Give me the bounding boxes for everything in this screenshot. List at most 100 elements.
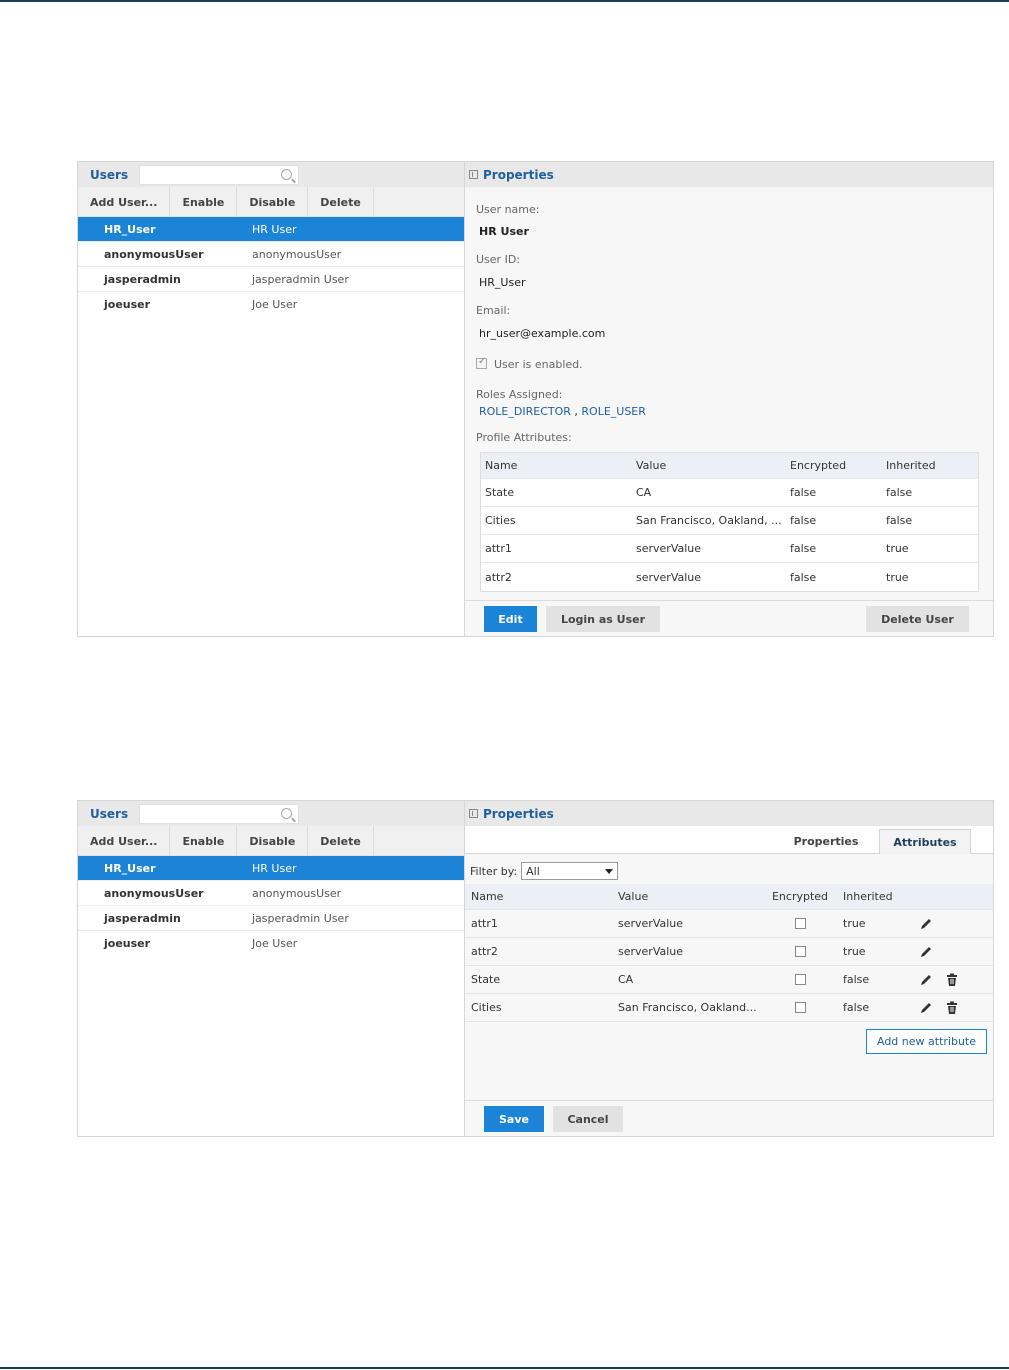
attributes-table: Name Value Encrypted Inherited attr1 ser… — [465, 884, 993, 1022]
user-name: Joe User — [252, 298, 298, 311]
row-actions — [919, 973, 989, 987]
user-search-input[interactable] — [139, 164, 299, 185]
cell: serverValue — [636, 542, 702, 555]
enable-button[interactable]: Enable — [170, 826, 238, 856]
user-id: joeuser — [104, 298, 151, 311]
cell: false — [843, 1001, 870, 1014]
pencil-icon[interactable] — [919, 973, 933, 987]
user-row-joeuser[interactable]: joeuser Joe User — [78, 292, 464, 317]
row-actions — [919, 917, 989, 931]
user-row-hr-user[interactable]: HR_User HR User — [78, 856, 464, 881]
cell — [761, 1002, 839, 1013]
cell: attr2 — [471, 945, 498, 958]
disable-button[interactable]: Disable — [237, 826, 309, 856]
delete-button[interactable]: Delete — [308, 187, 374, 217]
cell: false — [886, 486, 913, 499]
tab-attributes[interactable]: Attributes — [879, 829, 971, 854]
user-name: anonymousUser — [252, 886, 342, 900]
cell: false — [886, 514, 913, 527]
encrypted-checkbox[interactable] — [794, 946, 806, 957]
users-header: Users — [78, 162, 464, 187]
users-list-pane: Users Add User... Enable Disable Delete … — [78, 801, 465, 1136]
role-director-link[interactable]: ROLE_DIRECTOR — [479, 405, 571, 418]
cancel-button[interactable]: Cancel — [553, 1106, 623, 1132]
encrypted-checkbox[interactable] — [794, 974, 806, 985]
col-name: Name — [485, 459, 518, 472]
col-inherited: Inherited — [843, 890, 893, 903]
email-label: Email: — [476, 304, 511, 317]
cell — [761, 946, 839, 957]
panel-toggle-icon[interactable] — [469, 809, 478, 818]
users-header: Users — [78, 801, 464, 826]
cell: CA — [636, 486, 652, 499]
pencil-icon[interactable] — [919, 917, 933, 931]
cell: attr1 — [471, 917, 498, 930]
user-row-joeuser[interactable]: joeuser Joe User — [78, 931, 464, 956]
enable-button[interactable]: Enable — [170, 187, 238, 217]
table-row: attr1 serverValue true — [465, 910, 993, 938]
filter-select[interactable]: All — [521, 862, 619, 880]
delete-button[interactable]: Delete — [308, 826, 374, 856]
chevron-down-icon — [605, 869, 614, 874]
user-name-label: User name: — [476, 203, 540, 216]
cell: true — [843, 945, 866, 958]
add-user-button[interactable]: Add User... — [78, 187, 171, 217]
top-rule — [0, 0, 1009, 2]
bottom-rule — [0, 1367, 1009, 1369]
tab-properties[interactable]: Properties — [777, 829, 875, 854]
user-row-hr-user[interactable]: HR_User HR User — [78, 217, 464, 242]
delete-user-button[interactable]: Delete User — [866, 606, 969, 632]
cell: State — [485, 486, 515, 499]
user-id: anonymousUser — [104, 886, 204, 900]
user-name: anonymousUser — [252, 247, 342, 261]
trash-icon[interactable] — [945, 973, 959, 987]
disable-button[interactable]: Disable — [237, 187, 309, 217]
cell: Cities — [485, 514, 516, 527]
role-user-link[interactable]: ROLE_USER — [581, 405, 646, 418]
row-actions — [919, 945, 989, 959]
tab-bar: Properties Attributes — [465, 826, 993, 854]
save-button[interactable]: Save — [484, 1106, 544, 1132]
user-id: HR_User — [104, 222, 156, 236]
cell: attr1 — [485, 542, 512, 555]
add-new-attribute-button[interactable]: Add new attribute — [865, 1029, 987, 1054]
search-icon[interactable] — [281, 168, 292, 180]
cell: false — [790, 486, 817, 499]
filter-bar: Filter by: All — [470, 862, 619, 880]
table-row: Cities San Francisco, Oakland... false — [465, 994, 993, 1022]
encrypted-checkbox[interactable] — [794, 918, 806, 929]
cell: true — [886, 542, 909, 555]
user-row-anonymous[interactable]: anonymousUser anonymousUser — [78, 242, 464, 267]
profile-attributes-label: Profile Attributes: — [476, 431, 572, 444]
trash-icon[interactable] — [945, 1001, 959, 1015]
user-search-input[interactable] — [139, 803, 299, 824]
pencil-icon[interactable] — [919, 1001, 933, 1015]
encrypted-checkbox[interactable] — [794, 1002, 806, 1013]
cell: false — [790, 542, 817, 555]
table-header: Name Value Encrypted Inherited — [465, 884, 993, 910]
users-panel-properties: Users Add User... Enable Disable Delete … — [77, 161, 994, 637]
user-row-jasperadmin[interactable]: jasperadmin jasperadmin User — [78, 906, 464, 931]
table-row: State CA false — [465, 966, 993, 994]
panel-toggle-icon[interactable] — [469, 170, 478, 179]
user-row-anonymous[interactable]: anonymousUser anonymousUser — [78, 881, 464, 906]
cell: false — [790, 514, 817, 527]
user-id: joeuser — [104, 937, 151, 950]
user-row-jasperadmin[interactable]: jasperadmin jasperadmin User — [78, 267, 464, 292]
cell: false — [790, 570, 817, 584]
add-user-button[interactable]: Add User... — [78, 826, 171, 856]
login-as-user-button[interactable]: Login as User — [546, 606, 660, 632]
col-encrypted: Encrypted — [771, 890, 829, 903]
table-header: Name Value Encrypted Inherited — [481, 453, 978, 479]
users-panel-attributes: Users Add User... Enable Disable Delete … — [77, 800, 994, 1137]
search-icon[interactable] — [281, 807, 292, 819]
attributes-pane: Properties Properties Attributes Filter … — [465, 801, 993, 1136]
filter-value: All — [526, 864, 540, 878]
pencil-icon[interactable] — [919, 945, 933, 959]
col-name: Name — [471, 890, 504, 903]
edit-button[interactable]: Edit — [484, 606, 537, 632]
user-name: Joe User — [252, 937, 298, 950]
user-id-value: HR_User — [479, 276, 526, 289]
user-name: HR User — [252, 222, 297, 236]
users-toolbar: Add User... Enable Disable Delete — [78, 187, 464, 217]
